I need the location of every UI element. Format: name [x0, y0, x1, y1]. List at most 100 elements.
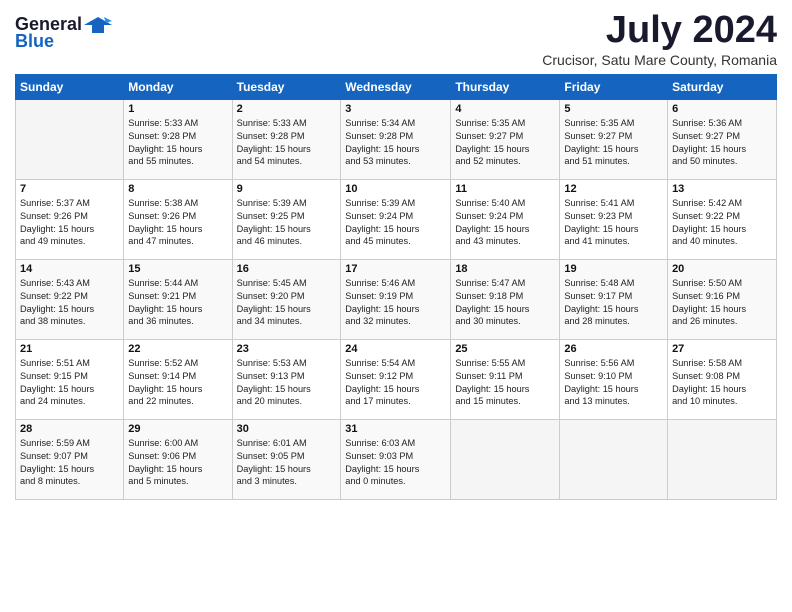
day-info: Sunrise: 6:03 AM Sunset: 9:03 PM Dayligh… [345, 437, 446, 489]
day-number: 4 [455, 103, 555, 115]
calendar-cell: 27Sunrise: 5:58 AM Sunset: 9:08 PM Dayli… [668, 339, 777, 419]
calendar-cell: 4 Sunrise: 5:35 AM Sunset: 9:27 PM Daylig… [451, 99, 560, 179]
day-info: Sunrise: 5:37 AM Sunset: 9:26 PM Dayligh… [20, 197, 119, 249]
header-day-thursday: Thursday [451, 74, 560, 99]
calendar-cell: 23 Sunrise: 5:53 AM Sunset: 9:13 PM Dayli… [232, 339, 341, 419]
day-info: Sunrise: 5:42 AM Sunset: 9:22 PM Dayligh… [672, 197, 772, 249]
day-number: 8 [128, 183, 227, 195]
calendar-cell [560, 419, 668, 499]
day-info: Sunrise: 6:01 AM Sunset: 9:05 PM Dayligh… [237, 437, 337, 489]
day-number: 27 [672, 343, 772, 355]
header-day-saturday: Saturday [668, 74, 777, 99]
day-info: Sunrise: 6:00 AM Sunset: 9:06 PM Dayligh… [128, 437, 227, 489]
calendar-cell: 5 Sunrise: 5:35 AM Sunset: 9:27 PM Daylig… [560, 99, 668, 179]
day-info: Sunrise: 5:56 AM Sunset: 9:10 PM Dayligh… [564, 357, 663, 409]
day-info: Sunrise: 5:39 AM Sunset: 9:24 PM Dayligh… [345, 197, 446, 249]
calendar-week-row: 14 Sunrise: 5:43 AM Sunset: 9:22 PM Dayli… [16, 259, 777, 339]
month-title: July 2024 [542, 10, 777, 52]
day-number: 7 [20, 183, 119, 195]
calendar-cell: 31Sunrise: 6:03 AM Sunset: 9:03 PM Dayli… [341, 419, 451, 499]
header-day-friday: Friday [560, 74, 668, 99]
day-number: 10 [345, 183, 446, 195]
day-info: Sunrise: 5:36 AM Sunset: 9:27 PM Dayligh… [672, 117, 772, 169]
day-number: 12 [564, 183, 663, 195]
day-info: Sunrise: 5:50 AM Sunset: 9:16 PM Dayligh… [672, 277, 772, 329]
calendar-cell: 22 Sunrise: 5:52 AM Sunset: 9:14 PM Dayli… [124, 339, 232, 419]
day-info: Sunrise: 5:52 AM Sunset: 9:14 PM Dayligh… [128, 357, 227, 409]
day-info: Sunrise: 5:46 AM Sunset: 9:19 PM Dayligh… [345, 277, 446, 329]
day-info: Sunrise: 5:35 AM Sunset: 9:27 PM Dayligh… [455, 117, 555, 169]
day-info: Sunrise: 5:39 AM Sunset: 9:25 PM Dayligh… [237, 197, 337, 249]
calendar-cell: 6 Sunrise: 5:36 AM Sunset: 9:27 PM Daylig… [668, 99, 777, 179]
day-number: 28 [20, 423, 119, 435]
calendar-header-row: SundayMondayTuesdayWednesdayThursdayFrid… [16, 74, 777, 99]
day-number: 18 [455, 263, 555, 275]
calendar-cell: 30 Sunrise: 6:01 AM Sunset: 9:05 PM Dayli… [232, 419, 341, 499]
day-info: Sunrise: 5:38 AM Sunset: 9:26 PM Dayligh… [128, 197, 227, 249]
day-number: 6 [672, 103, 772, 115]
calendar-cell: 9Sunrise: 5:39 AM Sunset: 9:25 PM Daylig… [232, 179, 341, 259]
day-number: 5 [564, 103, 663, 115]
day-number: 14 [20, 263, 119, 275]
calendar-cell: 17 Sunrise: 5:46 AM Sunset: 9:19 PM Dayli… [341, 259, 451, 339]
day-number: 17 [345, 263, 446, 275]
calendar-cell: 13 Sunrise: 5:42 AM Sunset: 9:22 PM Dayli… [668, 179, 777, 259]
day-info: Sunrise: 5:59 AM Sunset: 9:07 PM Dayligh… [20, 437, 119, 489]
calendar-cell: 26 Sunrise: 5:56 AM Sunset: 9:10 PM Dayli… [560, 339, 668, 419]
day-info: Sunrise: 5:53 AM Sunset: 9:13 PM Dayligh… [237, 357, 337, 409]
calendar-cell: 25 Sunrise: 5:55 AM Sunset: 9:11 PM Dayli… [451, 339, 560, 419]
day-number: 13 [672, 183, 772, 195]
calendar-cell: 18 Sunrise: 5:47 AM Sunset: 9:18 PM Dayli… [451, 259, 560, 339]
day-info: Sunrise: 5:33 AM Sunset: 9:28 PM Dayligh… [237, 117, 337, 169]
calendar-cell: 29Sunrise: 6:00 AM Sunset: 9:06 PM Dayli… [124, 419, 232, 499]
calendar-cell: 24 Sunrise: 5:54 AM Sunset: 9:12 PM Dayli… [341, 339, 451, 419]
day-info: Sunrise: 5:41 AM Sunset: 9:23 PM Dayligh… [564, 197, 663, 249]
day-info: Sunrise: 5:35 AM Sunset: 9:27 PM Dayligh… [564, 117, 663, 169]
day-number: 26 [564, 343, 663, 355]
calendar-cell [16, 99, 124, 179]
calendar-cell: 16 Sunrise: 5:45 AM Sunset: 9:20 PM Dayli… [232, 259, 341, 339]
day-info: Sunrise: 5:34 AM Sunset: 9:28 PM Dayligh… [345, 117, 446, 169]
day-info: Sunrise: 5:48 AM Sunset: 9:17 PM Dayligh… [564, 277, 663, 329]
day-info: Sunrise: 5:55 AM Sunset: 9:11 PM Dayligh… [455, 357, 555, 409]
day-number: 2 [237, 103, 337, 115]
day-info: Sunrise: 5:54 AM Sunset: 9:12 PM Dayligh… [345, 357, 446, 409]
calendar-cell: 1 Sunrise: 5:33 AM Sunset: 9:28 PM Daylig… [124, 99, 232, 179]
day-number: 25 [455, 343, 555, 355]
day-number: 23 [237, 343, 337, 355]
calendar-week-row: 28 Sunrise: 5:59 AM Sunset: 9:07 PM Dayli… [16, 419, 777, 499]
location-subtitle: Crucisor, Satu Mare County, Romania [542, 52, 777, 68]
calendar-page: General Blue July 2024 Crucisor, Satu Ma… [0, 0, 792, 612]
day-number: 1 [128, 103, 227, 115]
calendar-cell: 3 Sunrise: 5:34 AM Sunset: 9:28 PM Daylig… [341, 99, 451, 179]
header: General Blue July 2024 Crucisor, Satu Ma… [15, 10, 777, 68]
day-info: Sunrise: 5:45 AM Sunset: 9:20 PM Dayligh… [237, 277, 337, 329]
header-day-monday: Monday [124, 74, 232, 99]
calendar-cell: 7 Sunrise: 5:37 AM Sunset: 9:26 PM Daylig… [16, 179, 124, 259]
day-number: 16 [237, 263, 337, 275]
day-info: Sunrise: 5:47 AM Sunset: 9:18 PM Dayligh… [455, 277, 555, 329]
logo-bird-icon [84, 15, 112, 35]
day-number: 30 [237, 423, 337, 435]
calendar-table: SundayMondayTuesdayWednesdayThursdayFrid… [15, 74, 777, 500]
calendar-cell: 10 Sunrise: 5:39 AM Sunset: 9:24 PM Dayli… [341, 179, 451, 259]
calendar-cell: 28 Sunrise: 5:59 AM Sunset: 9:07 PM Dayli… [16, 419, 124, 499]
calendar-cell [668, 419, 777, 499]
day-number: 15 [128, 263, 227, 275]
day-info: Sunrise: 5:51 AM Sunset: 9:15 PM Dayligh… [20, 357, 119, 409]
calendar-cell: 15Sunrise: 5:44 AM Sunset: 9:21 PM Dayli… [124, 259, 232, 339]
day-info: Sunrise: 5:43 AM Sunset: 9:22 PM Dayligh… [20, 277, 119, 329]
day-number: 3 [345, 103, 446, 115]
day-number: 22 [128, 343, 227, 355]
day-number: 20 [672, 263, 772, 275]
calendar-cell: 20 Sunrise: 5:50 AM Sunset: 9:16 PM Dayli… [668, 259, 777, 339]
calendar-week-row: 1 Sunrise: 5:33 AM Sunset: 9:28 PM Daylig… [16, 99, 777, 179]
day-number: 24 [345, 343, 446, 355]
title-area: July 2024 Crucisor, Satu Mare County, Ro… [542, 10, 777, 68]
calendar-cell: 19Sunrise: 5:48 AM Sunset: 9:17 PM Dayli… [560, 259, 668, 339]
calendar-week-row: 21 Sunrise: 5:51 AM Sunset: 9:15 PM Dayli… [16, 339, 777, 419]
day-number: 21 [20, 343, 119, 355]
header-day-sunday: Sunday [16, 74, 124, 99]
calendar-cell: 2 Sunrise: 5:33 AM Sunset: 9:28 PM Daylig… [232, 99, 341, 179]
day-info: Sunrise: 5:33 AM Sunset: 9:28 PM Dayligh… [128, 117, 227, 169]
